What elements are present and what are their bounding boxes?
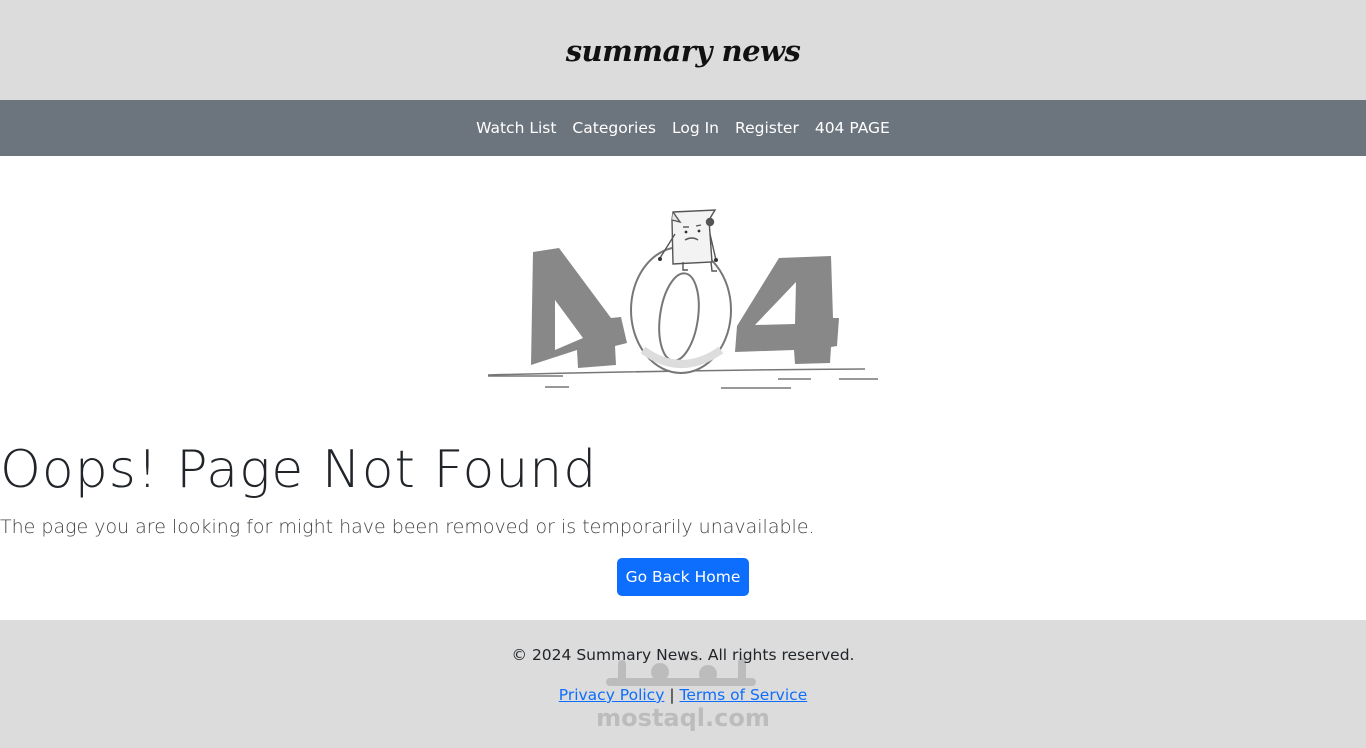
nav-item-categories[interactable]: Categories: [572, 119, 656, 137]
site-header: summary news: [0, 0, 1366, 100]
copyright-text: © 2024 Summary News. All rights reserved…: [511, 646, 855, 664]
go-back-home-button[interactable]: Go Back Home: [617, 558, 749, 596]
site-logo[interactable]: summary news: [566, 34, 801, 68]
page-title: Oops! Page Not Found: [0, 440, 598, 500]
main-nav: Watch List Categories Log In Register 40…: [0, 100, 1366, 156]
footer-separator: |: [669, 686, 675, 704]
page-subtitle: The page you are looking for might have …: [0, 516, 815, 538]
site-footer: © 2024 Summary News. All rights reserved…: [0, 620, 1366, 748]
digit-four-left-icon: [531, 248, 627, 368]
404-illustration: [487, 209, 878, 389]
nav-item-watch-list[interactable]: Watch List: [476, 119, 556, 137]
terms-of-service-link[interactable]: Terms of Service: [680, 686, 808, 704]
privacy-policy-link[interactable]: Privacy Policy: [559, 686, 665, 704]
digit-four-right-icon: [735, 256, 839, 364]
nav-item-register[interactable]: Register: [735, 119, 799, 137]
nav-item-404-page[interactable]: 404 PAGE: [815, 119, 890, 137]
footer-links: Privacy Policy | Terms of Service: [0, 686, 1366, 704]
nav-item-log-in[interactable]: Log In: [672, 119, 719, 137]
